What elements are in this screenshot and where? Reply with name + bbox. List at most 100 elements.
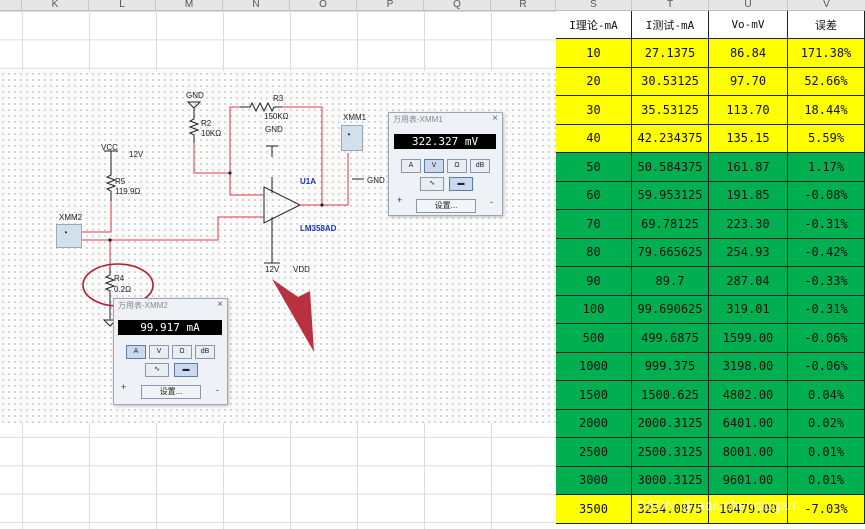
column-header-m[interactable]: M [156,0,223,11]
column-header-o[interactable]: O [290,0,357,11]
cell-i-theory[interactable]: 2000 [556,409,632,438]
multimeter-xmm2-window[interactable]: 万用表-XMM2 × 99.917 mA A V Ω dB ∿ ▬ + 设置..… [113,298,228,405]
resistance-mode-button[interactable]: Ω [447,159,467,173]
cell-error[interactable]: -7.03% [788,495,865,524]
current-mode-button[interactable]: A [126,345,146,359]
cell-vo[interactable]: 254.93 [709,238,788,267]
cell-vo[interactable]: 191.85 [709,181,788,210]
cell-i-test[interactable]: 999.375 [632,352,709,381]
cell-i-test[interactable]: 50.584375 [632,153,709,182]
cell-i-test[interactable]: 99.690625 [632,295,709,324]
column-header-t[interactable]: T [632,0,709,11]
cell-vo[interactable]: 4802.00 [709,381,788,410]
cell-i-theory[interactable]: 60 [556,181,632,210]
cell-i-test[interactable]: 2500.3125 [632,438,709,467]
cell-vo[interactable]: 1599.00 [709,324,788,353]
header-i-theory[interactable]: I理论-mA [556,11,632,39]
column-header-l[interactable]: L [89,0,156,11]
cell-error[interactable]: -0.42% [788,238,865,267]
cell-i-theory[interactable]: 3500 [556,495,632,524]
cell-vo[interactable]: 3198.00 [709,352,788,381]
decibel-mode-button[interactable]: dB [195,345,215,359]
cell-error[interactable]: -0.31% [788,295,865,324]
cell-vo[interactable]: 161.87 [709,153,788,182]
header-vo[interactable]: Vo-mV [709,11,788,39]
cell-vo[interactable]: 223.30 [709,210,788,239]
cell-i-theory[interactable]: 20 [556,67,632,96]
cell-i-theory[interactable]: 500 [556,324,632,353]
cell-vo[interactable]: 86.84 [709,39,788,68]
cell-error[interactable]: 0.01% [788,438,865,467]
cell-i-test[interactable]: 3000.3125 [632,466,709,495]
cell-vo[interactable]: 9601.00 [709,466,788,495]
settings-button[interactable]: 设置... [416,199,476,213]
cell-vo[interactable]: 135.15 [709,124,788,153]
column-header-u[interactable]: U [709,0,788,11]
ac-button[interactable]: ∿ [420,177,444,191]
cell-i-test[interactable]: 35.53125 [632,96,709,125]
cell-i-theory[interactable]: 50 [556,153,632,182]
cell-i-theory[interactable]: 90 [556,267,632,296]
cell-i-test[interactable]: 42.234375 [632,124,709,153]
cell-error[interactable]: -0.08% [788,181,865,210]
multimeter-xmm1-window[interactable]: 万用表-XMM1 × 322.327 mV A V Ω dB ∿ ▬ + 设置.… [388,112,503,216]
close-icon[interactable]: × [217,299,223,310]
cell-i-test[interactable]: 30.53125 [632,67,709,96]
cell-i-test[interactable]: 27.1375 [632,39,709,68]
cell-i-theory[interactable]: 40 [556,124,632,153]
cell-i-test[interactable]: 59.953125 [632,181,709,210]
circuit-schematic[interactable]: ◔ ◔ GND R3 150KΩ R2 10KΩ GND XMM1 VCC 12… [0,71,556,423]
xmm2-symbol[interactable]: ◔ [56,224,82,248]
cell-error[interactable]: 0.02% [788,409,865,438]
cell-i-theory[interactable]: 80 [556,238,632,267]
xmm1-symbol[interactable]: ◔ [341,125,363,151]
decibel-mode-button[interactable]: dB [470,159,490,173]
cell-i-theory[interactable]: 70 [556,210,632,239]
cell-error[interactable]: -0.06% [788,324,865,353]
column-header-r[interactable]: R [491,0,556,11]
column-header-k[interactable]: K [22,0,89,11]
cell-i-test[interactable]: 2000.3125 [632,409,709,438]
cell-i-test[interactable]: 89.7 [632,267,709,296]
header-error[interactable]: 误差 [788,11,865,39]
close-icon[interactable]: × [492,113,498,124]
cell-i-theory[interactable]: 1500 [556,381,632,410]
cell-error[interactable]: 0.01% [788,466,865,495]
ac-button[interactable]: ∿ [145,363,169,377]
cell-error[interactable]: 0.04% [788,381,865,410]
cell-i-test[interactable]: 79.665625 [632,238,709,267]
cell-i-theory[interactable]: 3000 [556,466,632,495]
column-header-p[interactable]: P [357,0,424,11]
cell-i-test[interactable]: 499.6875 [632,324,709,353]
cell-vo[interactable]: 97.70 [709,67,788,96]
cell-vo[interactable]: 319.01 [709,295,788,324]
settings-button[interactable]: 设置... [141,385,201,399]
cell-error[interactable]: -0.31% [788,210,865,239]
cell-vo[interactable]: 8001.00 [709,438,788,467]
cell-vo[interactable]: 6401.00 [709,409,788,438]
cell-error[interactable]: 52.66% [788,67,865,96]
cell-vo[interactable]: 113.70 [709,96,788,125]
cell-vo[interactable]: 287.04 [709,267,788,296]
cell-i-test[interactable]: 69.78125 [632,210,709,239]
cell-i-theory[interactable]: 100 [556,295,632,324]
cell-error[interactable]: 18.44% [788,96,865,125]
cell-i-theory[interactable]: 1000 [556,352,632,381]
column-header-q[interactable]: Q [424,0,491,11]
cell-i-theory[interactable]: 2500 [556,438,632,467]
cell-i-theory[interactable]: 30 [556,96,632,125]
column-header-v[interactable]: V [788,0,865,11]
cell-error[interactable]: 171.38% [788,39,865,68]
cell-i-theory[interactable]: 10 [556,39,632,68]
current-mode-button[interactable]: A [401,159,421,173]
resistance-mode-button[interactable]: Ω [172,345,192,359]
cell-error[interactable]: 1.17% [788,153,865,182]
cell-error[interactable]: -0.33% [788,267,865,296]
dc-button[interactable]: ▬ [449,177,473,191]
header-i-test[interactable]: I测试-mA [632,11,709,39]
cell-i-test[interactable]: 1500.625 [632,381,709,410]
dc-button[interactable]: ▬ [174,363,198,377]
column-header-s[interactable]: S [556,0,632,11]
voltage-mode-button[interactable]: V [424,159,444,173]
cell-error[interactable]: 5.59% [788,124,865,153]
